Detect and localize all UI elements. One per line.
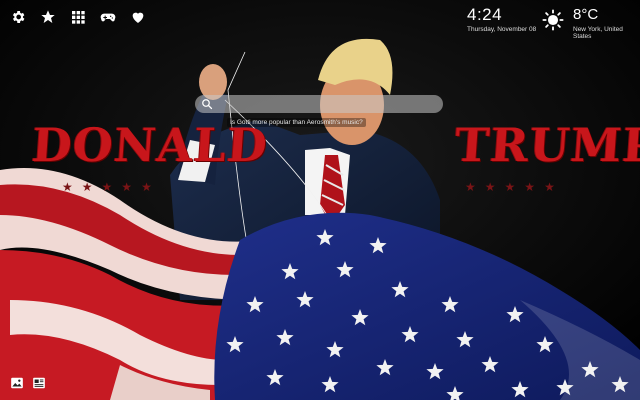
search-bar	[195, 95, 443, 113]
search-input[interactable]	[217, 95, 443, 113]
flag-star	[536, 336, 554, 353]
stars-left: ★ ★ ★ ★ ★	[62, 180, 152, 194]
clock-date: Thursday, November 08	[467, 26, 537, 33]
clock-widget: 4:24 Thursday, November 08	[467, 5, 537, 34]
flag-star	[326, 341, 344, 358]
headline-star: ★	[141, 180, 152, 194]
headline-star: ★	[101, 180, 113, 194]
star-icon[interactable]	[38, 8, 58, 26]
weather-location: New York, United States	[573, 26, 623, 40]
flag-star	[456, 331, 474, 348]
flag-star	[401, 326, 419, 343]
apps-grid-icon[interactable]	[68, 8, 88, 26]
flag-star	[506, 306, 524, 323]
flag-star	[376, 359, 394, 376]
headline-star: ★	[504, 180, 516, 194]
flag-star	[276, 329, 294, 346]
flag-star	[441, 296, 459, 313]
headline-star: ★	[484, 180, 496, 194]
flag-star	[581, 361, 599, 378]
sun-icon	[542, 9, 564, 31]
flag-star	[266, 369, 284, 386]
flag-star	[226, 336, 244, 353]
news-icon[interactable]	[32, 376, 46, 390]
clock-time: 4:24	[467, 5, 503, 24]
flag-star	[369, 237, 387, 254]
top-toolbar	[8, 8, 148, 26]
flag-star	[391, 281, 409, 298]
weather-temperature: 8°C	[573, 6, 599, 23]
gamepad-icon[interactable]	[98, 8, 118, 26]
heart-icon[interactable]	[128, 8, 148, 26]
flag-star	[351, 309, 369, 326]
flag-star	[281, 263, 299, 280]
new-tab-page: 4:24 Thursday, November 08 8°C New York,…	[0, 0, 640, 400]
flag-star	[481, 356, 499, 373]
image-icon[interactable]	[10, 376, 24, 390]
headline-star: ★	[544, 180, 555, 194]
gear-icon[interactable]	[8, 8, 28, 26]
flag-star	[246, 296, 264, 313]
headline-last-name: TRUMP	[453, 118, 640, 172]
headline-star: ★	[465, 180, 476, 194]
flag-star	[511, 381, 529, 398]
flag-star	[611, 376, 629, 393]
stars-right: ★ ★ ★ ★ ★	[465, 180, 555, 194]
weather-widget: 8°C New York, United States	[573, 6, 640, 40]
bottom-toolbar	[10, 376, 46, 390]
flag-star	[556, 379, 574, 396]
headline-star: ★	[62, 180, 73, 194]
flag-star	[296, 291, 314, 308]
headline-star: ★	[81, 180, 93, 194]
flag-stars	[226, 229, 629, 400]
search-icon[interactable]	[201, 98, 213, 110]
headline-star: ★	[121, 180, 133, 194]
flag-star	[336, 261, 354, 278]
flag-star	[321, 376, 339, 393]
flag-star	[426, 363, 444, 380]
headline-first-name: DONALD	[30, 118, 270, 172]
flag-star	[316, 229, 334, 246]
flag-star	[446, 386, 464, 400]
headline-star: ★	[524, 180, 536, 194]
